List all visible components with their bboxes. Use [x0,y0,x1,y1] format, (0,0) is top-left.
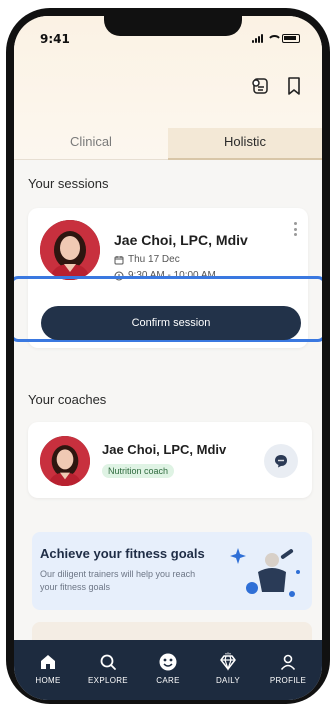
wifi-icon [267,34,282,43]
status-time: 9:41 [40,32,70,46]
more-options-icon[interactable] [294,222,298,236]
phone-notch [104,16,242,36]
nav-profile[interactable]: PROFILE [260,652,316,685]
coach-avatar [40,220,100,280]
nav-explore[interactable]: EXPLORE [80,652,136,685]
confirm-session-button[interactable]: Confirm session [41,306,301,340]
diamond-icon [220,652,236,671]
bookmark-icon[interactable] [284,76,304,96]
promo-subtitle: Our diligent trainers will help you reac… [40,569,196,592]
coach-card[interactable]: Jae Choi, LPC, Mdiv Nutrition coach [28,422,312,498]
chat-notes-icon[interactable] [250,76,270,96]
coaches-title: Your coaches [28,392,107,407]
signal-icon [252,34,263,43]
chat-bubble-icon [275,455,287,468]
session-date-text: Thu 17 Dec [128,254,180,265]
fitness-illustration [230,548,300,597]
nav-daily[interactable]: DAILY [200,652,256,685]
tab-holistic[interactable]: Holistic [168,128,322,160]
bottom-nav: HOME EXPLORE CARE DAILY PROFILE [14,640,322,700]
session-date: Thu 17 Dec [114,254,180,265]
message-coach-button[interactable] [264,444,298,478]
promo-title: Achieve your fitness goals [40,546,205,561]
app-screen: 9:41 Clinical Holistic Your sessions Jae… [14,16,322,700]
nav-care-label: CARE [156,675,180,685]
battery-icon [282,34,300,43]
care-icon [159,653,177,670]
fitness-promo-card[interactable]: Achieve your fitness goals Our diligent … [32,532,312,610]
status-icons [252,34,300,43]
nav-explore-label: EXPLORE [88,675,128,685]
tab-clinical[interactable]: Clinical [14,128,168,160]
nav-care[interactable]: CARE [140,652,196,685]
next-card-peek [32,622,312,642]
search-icon [100,654,116,670]
nav-home[interactable]: HOME [20,652,76,685]
coach-avatar [40,436,90,486]
home-icon [41,654,55,669]
nav-home-label: HOME [35,675,61,685]
session-coach-name: Jae Choi, LPC, Mdiv [114,232,248,248]
coach-name: Jae Choi, LPC, Mdiv [102,442,227,457]
profile-icon [280,654,296,670]
nav-daily-label: DAILY [215,675,241,685]
header-actions [250,76,304,96]
coach-role-badge: Nutrition coach [102,464,175,478]
header-area: 9:41 Clinical Holistic [14,16,322,160]
calendar-icon [114,255,124,264]
nav-profile-label: PROFILE [269,675,307,685]
tab-bar: Clinical Holistic [14,128,322,160]
sessions-title: Your sessions [28,176,109,191]
